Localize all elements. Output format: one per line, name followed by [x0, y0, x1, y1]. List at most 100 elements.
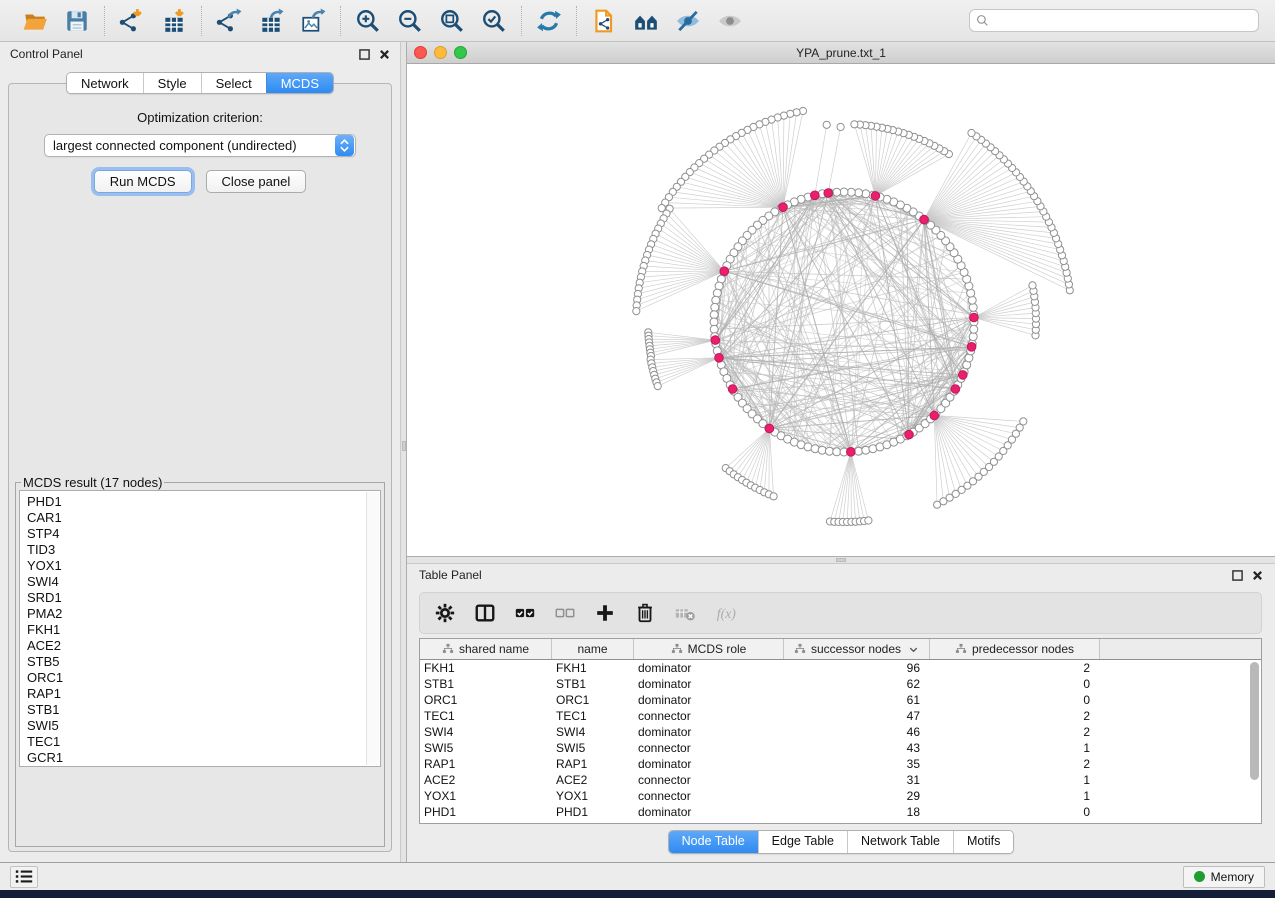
tab-node-table[interactable]: Node Table [669, 831, 758, 853]
network-graph[interactable] [407, 64, 1274, 556]
function-builder-button[interactable]: f(x) [712, 600, 738, 626]
zoom-out-button[interactable] [393, 4, 427, 38]
table-scrollbar-thumb[interactable] [1250, 662, 1259, 780]
float-panel-icon[interactable] [1232, 570, 1243, 581]
cell-successor-nodes: 43 [784, 740, 930, 756]
task-history-button[interactable] [10, 866, 38, 888]
mcds-result-item[interactable]: SWI5 [27, 718, 380, 734]
cell-MCDS-role: connector [634, 708, 784, 724]
mcds-result-item[interactable]: TID3 [27, 542, 380, 558]
column-header-successor-nodes[interactable]: successor nodes [784, 639, 930, 659]
table-row[interactable]: ORC1ORC1dominator610 [420, 692, 1261, 708]
cell-MCDS-role: connector [634, 772, 784, 788]
svg-text:f(x): f(x) [717, 606, 736, 622]
table-row[interactable]: SWI5SWI5connector431 [420, 740, 1261, 756]
save-session-button[interactable] [60, 4, 94, 38]
tab-mcds[interactable]: MCDS [266, 73, 333, 93]
export-network-button[interactable] [212, 4, 246, 38]
import-table-button[interactable] [157, 4, 191, 38]
mcds-result-item[interactable]: TEC1 [27, 734, 380, 750]
mcds-result-item[interactable]: GCR1 [27, 750, 380, 766]
tab-style[interactable]: Style [143, 73, 201, 93]
vertical-splitter[interactable] [400, 42, 407, 862]
table-row[interactable]: TEC1TEC1connector472 [420, 708, 1261, 724]
mcds-result-item[interactable]: SRD1 [27, 590, 380, 606]
mcds-result-item[interactable]: ACE2 [27, 638, 380, 654]
mcds-result-item[interactable]: STB1 [27, 702, 380, 718]
zoom-in-button[interactable] [351, 4, 385, 38]
save-session-icon [64, 8, 90, 34]
network-canvas[interactable] [407, 64, 1275, 556]
tab-motifs[interactable]: Motifs [953, 831, 1013, 853]
horizontal-splitter[interactable] [407, 556, 1275, 564]
mcds-result-item[interactable]: STP4 [27, 526, 380, 542]
tab-edge-table[interactable]: Edge Table [758, 831, 847, 853]
run-mcds-button[interactable]: Run MCDS [94, 170, 192, 193]
column-header-name[interactable]: name [552, 639, 634, 659]
memory-button[interactable]: Memory [1183, 866, 1265, 888]
export-image-button[interactable] [296, 4, 330, 38]
mcds-buttons-row: Run MCDS Close panel [9, 170, 391, 193]
first-neighbors-button[interactable] [629, 4, 663, 38]
network-window-titlebar[interactable]: YPA_prune.txt_1 [407, 42, 1275, 64]
list-scrollbar[interactable] [366, 492, 379, 765]
optimization-criterion-select[interactable]: largest connected component (undirected) [44, 134, 356, 157]
splitter-grab-handle[interactable] [836, 558, 846, 562]
hide-selected-button[interactable] [671, 4, 705, 38]
status-bar: Memory [0, 862, 1275, 890]
select-all-button[interactable] [512, 600, 538, 626]
unselect-all-button[interactable] [552, 600, 578, 626]
close-panel-icon[interactable] [1252, 570, 1263, 581]
float-panel-icon[interactable] [359, 49, 370, 60]
tab-network-table[interactable]: Network Table [847, 831, 953, 853]
table-row[interactable]: FKH1FKH1dominator962 [420, 660, 1261, 676]
table-settings-button[interactable] [432, 600, 458, 626]
refresh-layout-button[interactable] [532, 4, 566, 38]
export-table-button[interactable] [254, 4, 288, 38]
column-header-MCDS-role[interactable]: MCDS role [634, 639, 784, 659]
mcds-result-item[interactable]: RAP1 [27, 686, 380, 702]
show-all-button[interactable] [713, 4, 747, 38]
sort-indicator-icon[interactable] [908, 644, 919, 655]
cell-name: STB1 [552, 676, 634, 692]
search-input[interactable] [994, 14, 1252, 28]
table-row[interactable]: ACE2ACE2connector311 [420, 772, 1261, 788]
delete-table-button[interactable] [672, 600, 698, 626]
attribute-icon [442, 643, 454, 655]
table-row[interactable]: PHD1PHD1dominator180 [420, 804, 1261, 820]
search-box[interactable] [969, 9, 1259, 32]
column-header-predecessor-nodes[interactable]: predecessor nodes [930, 639, 1100, 659]
import-network-button[interactable] [115, 4, 149, 38]
table-panel: Table Panel f(x) shared namenameMCDS rol… [407, 564, 1275, 862]
mcds-result-item[interactable]: YOX1 [27, 558, 380, 574]
close-panel-button[interactable]: Close panel [206, 170, 307, 193]
table-row[interactable]: YOX1YOX1connector291 [420, 788, 1261, 804]
zoom-selected-icon [481, 8, 507, 34]
zoom-selected-button[interactable] [477, 4, 511, 38]
mcds-result-item[interactable]: SWI4 [27, 574, 380, 590]
cell-successor-nodes: 47 [784, 708, 930, 724]
new-network-from-selection-button[interactable] [587, 4, 621, 38]
tab-network[interactable]: Network [67, 73, 143, 93]
zoom-fit-button[interactable] [435, 4, 469, 38]
mcds-result-item[interactable]: FKH1 [27, 622, 380, 638]
close-panel-icon[interactable] [379, 49, 390, 60]
tab-select[interactable]: Select [201, 73, 266, 93]
toolbar-groups [8, 4, 757, 38]
open-file-button[interactable] [18, 4, 52, 38]
table-row[interactable]: RAP1RAP1dominator352 [420, 756, 1261, 772]
delete-column-button[interactable] [632, 600, 658, 626]
mcds-result-item[interactable]: PMA2 [27, 606, 380, 622]
mcds-result-list[interactable]: PHD1CAR1STP4TID3YOX1SWI4SRD1PMA2FKH1ACE2… [19, 490, 381, 767]
table-row[interactable]: STB1STB1dominator620 [420, 676, 1261, 692]
splitter-grab-handle[interactable] [402, 441, 406, 451]
mcds-result-item[interactable]: CAR1 [27, 510, 380, 526]
column-header-shared-name[interactable]: shared name [420, 639, 552, 659]
split-panel-button[interactable] [472, 600, 498, 626]
mcds-result-item[interactable]: ORC1 [27, 670, 380, 686]
cell-predecessor-nodes: 2 [930, 756, 1100, 772]
mcds-result-item[interactable]: PHD1 [27, 494, 380, 510]
add-column-button[interactable] [592, 600, 618, 626]
mcds-result-item[interactable]: STB5 [27, 654, 380, 670]
table-row[interactable]: SWI4SWI4dominator462 [420, 724, 1261, 740]
